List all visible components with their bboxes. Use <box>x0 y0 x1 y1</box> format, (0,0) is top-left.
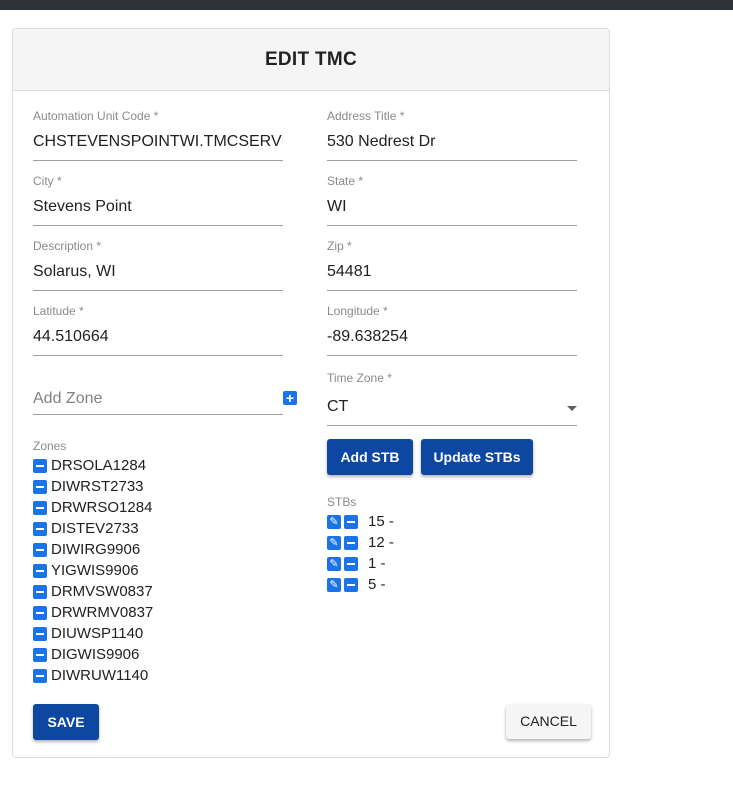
automation-unit-code-field[interactable]: Automation Unit Code * CHSTEVENSPOINTWI.… <box>33 109 283 161</box>
zone-item: DIWRUW1140 <box>33 665 153 686</box>
dialog-header: EDIT TMC <box>13 29 609 91</box>
longitude-input[interactable]: -89.638254 <box>327 325 577 356</box>
remove-zone-icon[interactable] <box>33 563 47 578</box>
time-zone-select[interactable]: CT <box>327 395 577 426</box>
stb-item: ✎ 5 - <box>327 574 394 595</box>
remove-stb-icon[interactable] <box>344 556 358 571</box>
stbs-list: ✎ 15 - ✎ 12 - ✎ 1 - ✎ 5 - <box>327 511 394 595</box>
time-zone-value: CT <box>327 398 349 415</box>
zones-label: Zones <box>33 439 67 453</box>
zone-name: DRMVSW0837 <box>51 583 153 600</box>
top-bar <box>0 0 733 10</box>
time-zone-label: Time Zone * <box>327 371 392 385</box>
zone-name: DRSOLA1284 <box>51 457 147 474</box>
zone-name: DRWRMV0837 <box>51 604 154 621</box>
zone-item: DRWRMV0837 <box>33 602 153 623</box>
remove-zone-icon[interactable] <box>33 668 47 683</box>
cancel-button[interactable]: CANCEL <box>506 704 591 739</box>
city-field[interactable]: City * Stevens Point <box>33 174 283 226</box>
zones-list: DRSOLA1284 DIWRST2733 DRWRSO1284 DISTEV2… <box>33 455 153 686</box>
remove-zone-icon[interactable] <box>33 542 47 557</box>
zone-item: DISTEV2733 <box>33 518 153 539</box>
longitude-label: Longitude * <box>327 304 388 318</box>
zone-item: DIUWSP1140 <box>33 623 153 644</box>
automation-unit-code-input[interactable]: CHSTEVENSPOINTWI.TMCSERVER <box>33 130 283 161</box>
remove-zone-icon[interactable] <box>33 479 47 494</box>
zone-name: DIWRUW1140 <box>51 667 149 684</box>
pencil-icon[interactable]: ✎ <box>327 577 341 592</box>
stb-item: ✎ 1 - <box>327 553 394 574</box>
description-label: Description * <box>33 239 102 253</box>
zone-name: DISTEV2733 <box>51 520 139 537</box>
description-field[interactable]: Description * Solarus, WI <box>33 239 283 291</box>
edit-tmc-dialog: EDIT TMC Automation Unit Code * CHSTEVEN… <box>12 28 610 758</box>
automation-unit-code-label: Automation Unit Code * <box>33 109 159 123</box>
zone-name: DRWRSO1284 <box>51 499 153 516</box>
latitude-field[interactable]: Latitude * 44.510664 <box>33 304 283 356</box>
zone-name: YIGWIS9906 <box>51 562 139 579</box>
stb-item: ✎ 12 - <box>327 532 394 553</box>
stb-text: 5 - <box>368 576 386 593</box>
stb-text: 15 - <box>368 513 394 530</box>
remove-stb-icon[interactable] <box>344 514 358 529</box>
zone-name: DIUWSP1140 <box>51 625 144 642</box>
latitude-label: Latitude * <box>33 304 84 318</box>
zone-item: YIGWIS9906 <box>33 560 153 581</box>
remove-zone-icon[interactable] <box>33 605 47 620</box>
remove-zone-icon[interactable] <box>33 521 47 536</box>
longitude-field[interactable]: Longitude * -89.638254 <box>327 304 577 356</box>
zone-item: DRWRSO1284 <box>33 497 153 518</box>
stb-item: ✎ 15 - <box>327 511 394 532</box>
zip-input[interactable]: 54481 <box>327 260 577 291</box>
state-input[interactable]: WI <box>327 195 577 226</box>
address-title-input[interactable]: 530 Nedrest Dr <box>327 130 577 161</box>
time-zone-field[interactable]: Time Zone * CT <box>327 371 577 426</box>
state-field[interactable]: State * WI <box>327 174 577 226</box>
remove-zone-icon[interactable] <box>33 584 47 599</box>
zone-name: DIGWIS9906 <box>51 646 140 663</box>
zone-item: DIGWIS9906 <box>33 644 153 665</box>
add-zone-field[interactable] <box>33 381 283 415</box>
state-label: State * <box>327 174 364 188</box>
remove-zone-icon[interactable] <box>33 500 47 515</box>
add-stb-button[interactable]: Add STB <box>327 439 413 475</box>
chevron-down-icon[interactable] <box>567 406 577 411</box>
zip-label: Zip * <box>327 239 352 253</box>
zone-item: DRSOLA1284 <box>33 455 153 476</box>
remove-stb-icon[interactable] <box>344 535 358 550</box>
zone-item: DIWRST2733 <box>33 476 153 497</box>
address-title-label: Address Title * <box>327 109 405 123</box>
pencil-icon[interactable]: ✎ <box>327 535 341 550</box>
zone-item: DRMVSW0837 <box>33 581 153 602</box>
city-input[interactable]: Stevens Point <box>33 195 283 226</box>
update-stbs-button[interactable]: Update STBs <box>421 439 533 475</box>
description-input[interactable]: Solarus, WI <box>33 260 283 291</box>
remove-zone-icon[interactable] <box>33 458 47 473</box>
save-button[interactable]: SAVE <box>33 704 99 740</box>
stb-text: 1 - <box>368 555 386 572</box>
add-zone-plus-icon[interactable]: + <box>283 391 297 405</box>
city-label: City * <box>33 174 62 188</box>
add-zone-input[interactable] <box>33 387 273 411</box>
stb-text: 12 - <box>368 534 394 551</box>
remove-zone-icon[interactable] <box>33 647 47 662</box>
latitude-input[interactable]: 44.510664 <box>33 325 283 356</box>
zip-field[interactable]: Zip * 54481 <box>327 239 577 291</box>
zone-name: DIWIRG9906 <box>51 541 141 558</box>
remove-zone-icon[interactable] <box>33 626 47 641</box>
stbs-label: STBs <box>327 495 357 509</box>
zone-item: DIWIRG9906 <box>33 539 153 560</box>
dialog-title: EDIT TMC <box>264 48 358 70</box>
pencil-icon[interactable]: ✎ <box>327 514 341 529</box>
zone-name: DIWRST2733 <box>51 478 144 495</box>
address-title-field[interactable]: Address Title * 530 Nedrest Dr <box>327 109 577 161</box>
remove-stb-icon[interactable] <box>344 577 358 592</box>
pencil-icon[interactable]: ✎ <box>327 556 341 571</box>
